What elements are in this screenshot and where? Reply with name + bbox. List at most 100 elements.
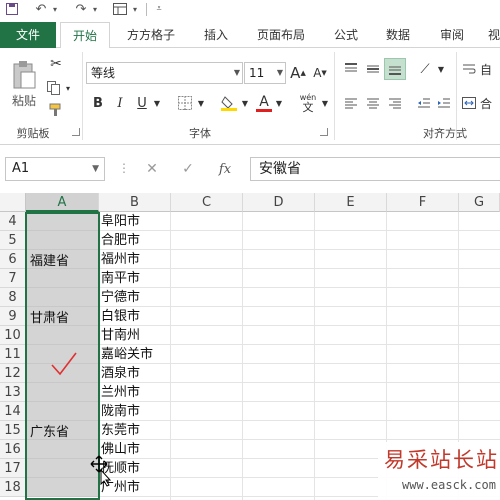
orientation-dropdown-icon[interactable]: ▼ bbox=[436, 58, 446, 80]
clipboard-launcher-icon[interactable] bbox=[72, 128, 80, 136]
row-header[interactable]: 6 bbox=[0, 250, 26, 269]
font-color-button[interactable]: A bbox=[254, 92, 274, 114]
cell-b[interactable]: 福州市 bbox=[99, 250, 171, 269]
row-header[interactable]: 16 bbox=[0, 440, 26, 459]
paste-button[interactable]: 粘贴 bbox=[6, 54, 42, 114]
cell-b[interactable]: 南平市 bbox=[99, 269, 171, 288]
cell-a[interactable] bbox=[26, 231, 99, 250]
cell-a[interactable] bbox=[26, 402, 99, 421]
column-header-d[interactable]: D bbox=[243, 193, 315, 212]
align-top-icon[interactable] bbox=[340, 58, 362, 80]
cell-b[interactable]: 兰州市 bbox=[99, 383, 171, 402]
tab-fangfange[interactable]: 方方格子 bbox=[118, 22, 184, 48]
decrease-indent-icon[interactable] bbox=[414, 92, 434, 114]
row-header[interactable]: 9 bbox=[0, 307, 26, 326]
row-header[interactable]: 4 bbox=[0, 212, 26, 231]
column-header-b[interactable]: B bbox=[99, 193, 171, 212]
column-header-e[interactable]: E bbox=[315, 193, 387, 212]
column-header-f[interactable]: F bbox=[387, 193, 459, 212]
underline-button[interactable]: U bbox=[132, 92, 152, 114]
font-size-select[interactable]: 11 ▼ bbox=[244, 62, 286, 84]
cell-b[interactable]: 合肥市 bbox=[99, 231, 171, 250]
row-header[interactable]: 11 bbox=[0, 345, 26, 364]
increase-indent-icon[interactable] bbox=[434, 92, 454, 114]
tab-view[interactable]: 视 bbox=[484, 22, 500, 48]
row-header[interactable]: 7 bbox=[0, 269, 26, 288]
italic-button[interactable]: I bbox=[110, 92, 130, 114]
save-icon[interactable] bbox=[2, 0, 22, 18]
merge-center-button[interactable]: 合 bbox=[462, 92, 500, 114]
cell-a[interactable] bbox=[26, 440, 99, 459]
cell-a[interactable] bbox=[26, 288, 99, 307]
cell-b[interactable]: 东莞市 bbox=[99, 421, 171, 440]
font-launcher-icon[interactable] bbox=[320, 128, 328, 136]
cell-a[interactable] bbox=[26, 459, 99, 478]
borders-icon[interactable] bbox=[174, 92, 196, 114]
row-header[interactable]: 10 bbox=[0, 326, 26, 345]
redo-icon[interactable]: ↷ bbox=[72, 0, 90, 18]
row-header[interactable]: 8 bbox=[0, 288, 26, 307]
format-painter-icon[interactable] bbox=[46, 100, 66, 120]
phonetic-dropdown-icon[interactable]: ▼ bbox=[320, 92, 330, 114]
select-all-corner[interactable] bbox=[0, 193, 26, 212]
redo-dropdown-icon[interactable]: ▾ bbox=[90, 0, 100, 18]
align-center-icon[interactable] bbox=[362, 92, 384, 114]
font-color-dropdown-icon[interactable]: ▼ bbox=[274, 92, 284, 114]
underline-dropdown-icon[interactable]: ▼ bbox=[152, 92, 162, 114]
align-bottom-icon[interactable] bbox=[384, 58, 406, 80]
cut-icon[interactable]: ✂ bbox=[46, 54, 66, 74]
cell-b[interactable]: 甘南州 bbox=[99, 326, 171, 345]
orientation-icon[interactable]: ⟋ bbox=[414, 58, 436, 80]
cell-b[interactable]: 佛山市 bbox=[99, 440, 171, 459]
cell-a[interactable] bbox=[26, 326, 99, 345]
bold-button[interactable]: B bbox=[88, 92, 108, 114]
cell-b[interactable]: 嘉峪关市 bbox=[99, 345, 171, 364]
cell-b[interactable]: 陇南市 bbox=[99, 402, 171, 421]
align-left-icon[interactable] bbox=[340, 92, 362, 114]
cell-a[interactable] bbox=[26, 383, 99, 402]
form-icon[interactable] bbox=[110, 0, 130, 18]
column-header-g[interactable]: G bbox=[459, 193, 500, 212]
copy-dropdown-icon[interactable]: ▾ bbox=[64, 78, 72, 98]
row-header[interactable]: 15 bbox=[0, 421, 26, 440]
undo-icon[interactable]: ↶ bbox=[32, 0, 50, 18]
row-header[interactable]: 17 bbox=[0, 459, 26, 478]
tab-data[interactable]: 数据 bbox=[376, 22, 420, 48]
copy-icon[interactable] bbox=[44, 78, 64, 98]
row-header[interactable]: 12 bbox=[0, 364, 26, 383]
cell-a[interactable] bbox=[26, 212, 99, 231]
borders-dropdown-icon[interactable]: ▼ bbox=[196, 92, 206, 114]
row-header[interactable]: 18 bbox=[0, 478, 26, 497]
name-box[interactable]: A1 ▼ bbox=[5, 157, 105, 181]
tab-insert[interactable]: 插入 bbox=[194, 22, 238, 48]
form-dropdown-icon[interactable]: ▾ bbox=[130, 0, 140, 18]
formula-input[interactable]: 安徽省 bbox=[250, 157, 500, 181]
undo-dropdown-icon[interactable]: ▾ bbox=[50, 0, 60, 18]
cell-b[interactable]: 白银市 bbox=[99, 307, 171, 326]
insert-function-icon[interactable]: fx bbox=[212, 159, 238, 179]
tab-home[interactable]: 开始 bbox=[60, 22, 110, 49]
wrap-text-button[interactable]: 自 bbox=[462, 58, 500, 80]
fill-color-icon[interactable] bbox=[218, 92, 240, 114]
row-header[interactable]: 5 bbox=[0, 231, 26, 250]
cell-a[interactable] bbox=[26, 478, 99, 497]
align-right-icon[interactable] bbox=[384, 92, 406, 114]
cell-b[interactable]: 阜阳市 bbox=[99, 212, 171, 231]
phonetic-button[interactable]: wén 文 bbox=[296, 92, 320, 114]
tab-formulas[interactable]: 公式 bbox=[324, 22, 368, 48]
fill-color-dropdown-icon[interactable]: ▼ bbox=[240, 92, 250, 114]
enter-icon[interactable]: ✓ bbox=[176, 159, 200, 179]
tab-page-layout[interactable]: 页面布局 bbox=[248, 22, 314, 48]
tab-review[interactable]: 审阅 bbox=[430, 22, 474, 48]
cell-b[interactable]: 酒泉市 bbox=[99, 364, 171, 383]
cancel-icon[interactable]: ✕ bbox=[140, 159, 164, 179]
cell-a[interactable] bbox=[26, 269, 99, 288]
column-header-c[interactable]: C bbox=[171, 193, 243, 212]
font-name-select[interactable]: 等线 ▼ bbox=[86, 62, 243, 84]
row-header[interactable]: 13 bbox=[0, 383, 26, 402]
customize-qat-icon[interactable]: ⩡ bbox=[152, 0, 166, 18]
tab-file[interactable]: 文件 bbox=[0, 22, 56, 48]
row-header[interactable]: 14 bbox=[0, 402, 26, 421]
grow-font-button[interactable]: A ▲ bbox=[288, 62, 308, 84]
align-middle-icon[interactable] bbox=[362, 58, 384, 80]
